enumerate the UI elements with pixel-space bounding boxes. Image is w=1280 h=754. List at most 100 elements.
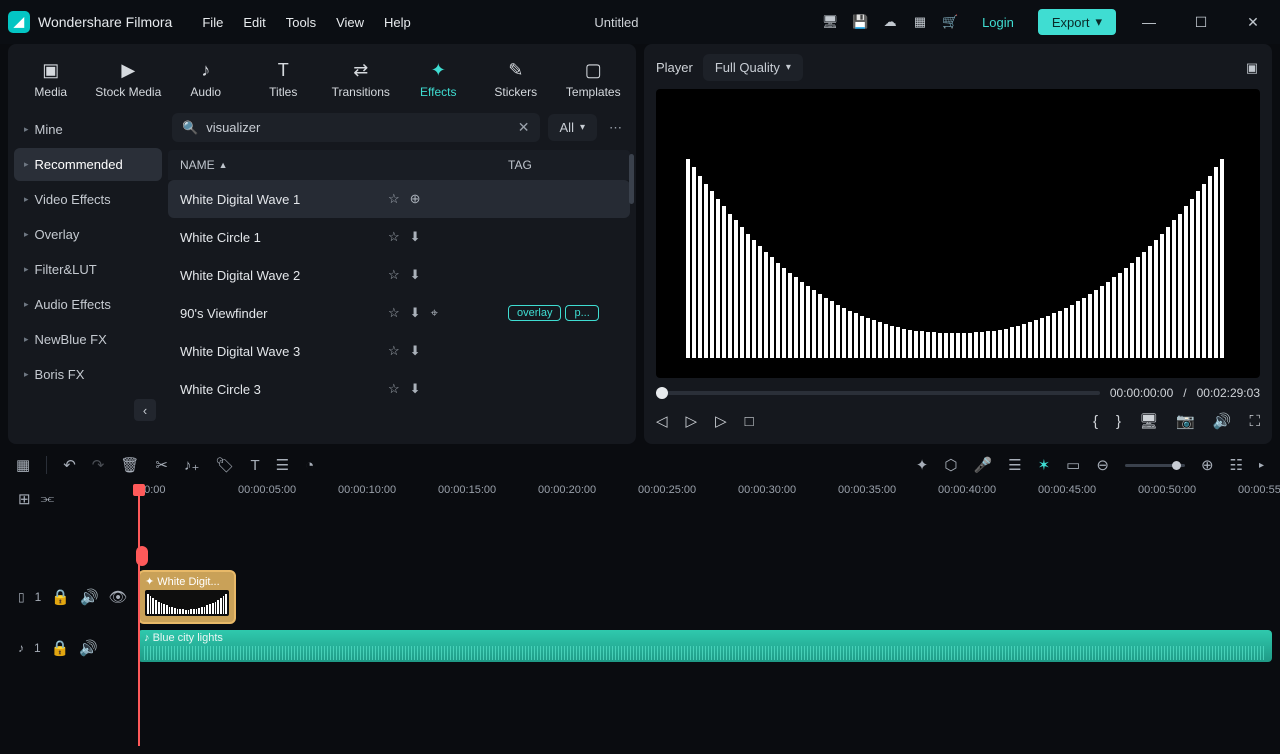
tag-icon[interactable]: 🏷 xyxy=(215,456,234,474)
sidebar-item-newblue-fx[interactable]: NewBlue FX xyxy=(14,323,162,356)
more-options-icon[interactable]: ⋯ xyxy=(605,120,626,136)
collapse-sidebar-icon[interactable]: ‹ xyxy=(134,399,156,421)
lock-icon[interactable]: 🔒 xyxy=(51,639,70,657)
camera-icon[interactable]: 📷 xyxy=(1176,412,1195,430)
music-icon[interactable]: ♪₊ xyxy=(184,456,199,474)
download-icon[interactable]: ⬇ xyxy=(410,229,421,245)
mute-icon[interactable]: 🔊 xyxy=(79,639,98,657)
search-box[interactable]: 🔍 ✕ xyxy=(172,113,540,142)
sparkle-icon[interactable]: ✦ xyxy=(916,456,929,474)
plus-icon[interactable]: ⊕ xyxy=(410,191,421,207)
scrollbar-thumb[interactable] xyxy=(629,154,634,204)
filter-dropdown[interactable]: All▾ xyxy=(548,114,597,141)
crop-icon[interactable]: ▭ xyxy=(1066,456,1080,474)
stop-icon[interactable]: □ xyxy=(745,413,754,430)
download-icon[interactable]: ⬇ xyxy=(410,381,421,397)
save-icon[interactable]: 💾 xyxy=(852,14,868,30)
header-tag[interactable]: TAG xyxy=(508,158,618,172)
mic-icon[interactable]: 🎤 xyxy=(973,456,992,474)
playhead[interactable] xyxy=(138,484,140,746)
search-input[interactable] xyxy=(206,120,510,135)
tab-audio[interactable]: ♪Audio xyxy=(167,52,245,107)
login-button[interactable]: Login xyxy=(972,11,1024,34)
device-icon[interactable]: 🖥 xyxy=(822,14,838,30)
time-ruler[interactable]: 00:0000:00:05:0000:00:10:0000:00:15:0000… xyxy=(138,484,1272,516)
quality-dropdown[interactable]: Full Quality▾ xyxy=(703,54,803,81)
mark-out-icon[interactable]: } xyxy=(1116,413,1121,430)
menu-file[interactable]: File xyxy=(202,15,223,30)
preview-scrubber[interactable] xyxy=(656,391,1100,395)
marker-icon[interactable]: ✶ xyxy=(1038,456,1051,474)
audio-clip[interactable]: ♪ Blue city lights xyxy=(138,630,1272,662)
sidebar-item-overlay[interactable]: Overlay xyxy=(14,218,162,251)
more-icon[interactable]: ▸ xyxy=(1259,460,1264,471)
undo-icon[interactable]: ↶ xyxy=(63,456,76,474)
effect-row[interactable]: White Digital Wave 1☆⊕ xyxy=(168,180,630,218)
sidebar-item-mine[interactable]: Mine xyxy=(14,113,162,146)
clear-search-icon[interactable]: ✕ xyxy=(518,119,530,136)
redo-icon[interactable]: ↷ xyxy=(92,456,105,474)
star-icon[interactable]: ☆ xyxy=(388,229,400,245)
effect-row[interactable]: White Digital Wave 3☆⬇ xyxy=(168,332,630,370)
grid-icon[interactable]: ▦ xyxy=(16,456,30,474)
scan-icon[interactable]: ⌖ xyxy=(431,305,438,321)
tab-effects[interactable]: ✦Effects xyxy=(400,52,478,107)
snapshot-icon[interactable]: ▣ xyxy=(1244,60,1260,76)
star-icon[interactable]: ☆ xyxy=(388,343,400,359)
add-track-icon[interactable]: ⊞ xyxy=(18,490,31,508)
list-icon[interactable]: ☰ xyxy=(1008,456,1021,474)
prev-frame-icon[interactable]: ◁ xyxy=(656,412,668,430)
effect-row[interactable]: White Circle 1☆⬇ xyxy=(168,218,630,256)
menu-view[interactable]: View xyxy=(336,15,364,30)
menu-edit[interactable]: Edit xyxy=(243,15,265,30)
close-button[interactable]: ✕ xyxy=(1234,14,1272,31)
zoom-in-icon[interactable]: ⊕ xyxy=(1201,456,1214,474)
cart-icon[interactable]: 🛒 xyxy=(942,14,958,30)
lock-icon[interactable]: 🔒 xyxy=(51,588,70,606)
tab-titles[interactable]: TTitles xyxy=(245,52,323,107)
shield-icon[interactable]: ⬡ xyxy=(944,456,957,474)
download-icon[interactable]: ⬇ xyxy=(410,267,421,283)
menu-tools[interactable]: Tools xyxy=(286,15,316,30)
fullscreen-icon[interactable]: ⛶ xyxy=(1249,413,1260,430)
mark-in-icon[interactable]: { xyxy=(1093,413,1098,430)
cloud-icon[interactable]: ☁ xyxy=(882,14,898,30)
video-clip[interactable]: ✦ White Digit... xyxy=(138,570,236,624)
effect-row[interactable]: 90's Viewfinder☆⬇⌖overlayp... xyxy=(168,294,630,332)
star-icon[interactable]: ☆ xyxy=(388,305,400,321)
delete-icon[interactable]: 🗑 xyxy=(120,456,139,474)
adjust-icon[interactable]: ☰ xyxy=(276,456,289,474)
display-icon[interactable]: 🖥 xyxy=(1139,412,1158,430)
tab-media[interactable]: ▣Media xyxy=(12,52,90,107)
sidebar-item-recommended[interactable]: Recommended xyxy=(14,148,162,181)
menu-help[interactable]: Help xyxy=(384,15,411,30)
tab-templates[interactable]: ▢Templates xyxy=(555,52,633,107)
star-icon[interactable]: ☆ xyxy=(388,381,400,397)
effect-row[interactable]: White Digital Wave 2☆⬇ xyxy=(168,256,630,294)
preview-canvas[interactable] xyxy=(656,89,1260,378)
download-icon[interactable]: ⬇ xyxy=(410,305,421,321)
tab-stickers[interactable]: ✎Stickers xyxy=(477,52,555,107)
star-icon[interactable]: ☆ xyxy=(388,191,400,207)
minimize-button[interactable]: — xyxy=(1130,14,1168,30)
text-icon[interactable]: T xyxy=(250,457,259,474)
play-icon[interactable]: ▷ xyxy=(686,412,698,430)
zoom-handle[interactable] xyxy=(1172,461,1181,470)
cut-icon[interactable]: ✂ xyxy=(155,456,168,474)
mute-icon[interactable]: 🔊 xyxy=(80,588,99,606)
video-track-body[interactable]: ✦ White Digit... xyxy=(138,568,1272,626)
zoom-out-icon[interactable]: ⊖ xyxy=(1096,456,1109,474)
view-mode-icon[interactable]: ☷ xyxy=(1230,456,1243,474)
eye-icon[interactable]: 👁 xyxy=(109,588,128,606)
star-icon[interactable]: ☆ xyxy=(388,267,400,283)
speed-icon[interactable]: ◔ xyxy=(305,457,314,474)
effect-row[interactable]: White Circle 3☆⬇ xyxy=(168,370,630,408)
zoom-slider[interactable] xyxy=(1125,464,1185,467)
audio-track-body[interactable]: ♪ Blue city lights xyxy=(138,626,1272,670)
tab-transitions[interactable]: ⇄Transitions xyxy=(322,52,400,107)
sidebar-item-audio-effects[interactable]: Audio Effects xyxy=(14,288,162,321)
maximize-button[interactable]: ☐ xyxy=(1182,14,1220,31)
link-icon[interactable]: ⫘ xyxy=(41,490,55,508)
volume-icon[interactable]: 🔊 xyxy=(1213,412,1232,430)
header-name[interactable]: NAME▲ xyxy=(180,158,388,172)
